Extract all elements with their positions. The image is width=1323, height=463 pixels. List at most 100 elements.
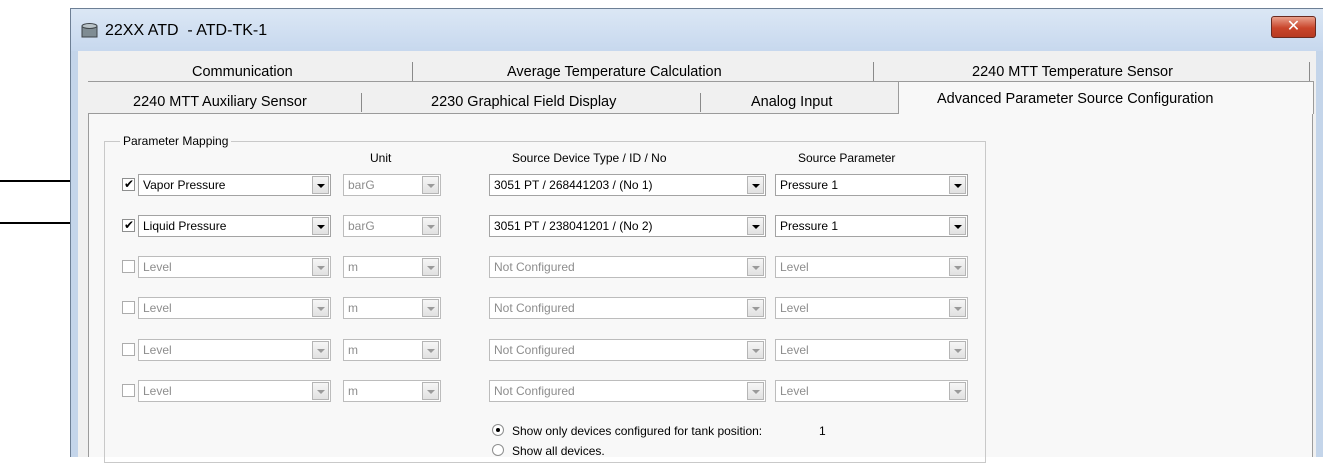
source-device-select-value: Not Configured	[494, 301, 575, 315]
radio-show-tank-devices[interactable]	[492, 424, 504, 436]
row-enable-checkbox[interactable]: ✔	[122, 177, 135, 191]
chevron-down-icon	[427, 390, 435, 394]
dropdown-button[interactable]	[949, 217, 966, 235]
chevron-down-icon	[954, 349, 962, 353]
source-parameter-select-value: Level	[780, 384, 809, 398]
source-device-select[interactable]: Not Configured	[489, 339, 766, 361]
dropdown-button[interactable]	[422, 217, 439, 235]
dropdown-button[interactable]	[949, 258, 966, 276]
annotation-arrow-1	[0, 180, 76, 182]
dropdown-button[interactable]	[312, 258, 329, 276]
unit-select[interactable]: barG	[343, 215, 441, 237]
row-enable-checkbox[interactable]	[122, 384, 135, 397]
dropdown-button[interactable]	[312, 299, 329, 317]
dropdown-button[interactable]	[422, 176, 439, 194]
tab-average-temperature-calculation[interactable]: Average Temperature Calculation	[507, 64, 722, 80]
chevron-down-icon	[427, 307, 435, 311]
dropdown-button[interactable]	[949, 341, 966, 359]
source-device-select-value: Not Configured	[494, 260, 575, 274]
dropdown-button[interactable]	[422, 382, 439, 400]
chevron-down-icon	[317, 307, 325, 311]
unit-select[interactable]: m	[343, 380, 441, 402]
dropdown-button[interactable]	[422, 341, 439, 359]
row-enable-checkbox[interactable]	[122, 260, 135, 273]
unit-select-value: m	[348, 260, 358, 274]
source-parameter-select[interactable]: Level	[775, 256, 968, 278]
dropdown-button[interactable]	[747, 382, 764, 400]
dropdown-button[interactable]	[422, 299, 439, 317]
source-device-select-value: 3051 PT / 238041201 / (No 2)	[494, 219, 653, 233]
unit-select[interactable]: m	[343, 297, 441, 319]
checkmark-icon: ✔	[123, 218, 135, 232]
dropdown-button[interactable]	[747, 258, 764, 276]
source-device-select[interactable]: Not Configured	[489, 256, 766, 278]
dropdown-button[interactable]	[747, 341, 764, 359]
chevron-down-icon	[427, 225, 435, 229]
dialog-client: Communication Average Temperature Calcul…	[78, 51, 1316, 463]
unit-select-value: barG	[348, 178, 375, 192]
title-bar[interactable]: 22XX ATD - ATD-TK-1 ✕	[71, 9, 1323, 51]
dropdown-button[interactable]	[312, 217, 329, 235]
row-enable-checkbox[interactable]	[122, 343, 135, 356]
chevron-down-icon	[954, 266, 962, 270]
unit-select[interactable]: barG	[343, 174, 441, 196]
parameter-select[interactable]: Level	[138, 256, 331, 278]
window-title: 22XX ATD - ATD-TK-1	[105, 22, 268, 39]
chevron-down-icon	[954, 307, 962, 311]
dropdown-button[interactable]	[949, 299, 966, 317]
dropdown-button[interactable]	[949, 382, 966, 400]
row-enable-checkbox[interactable]	[122, 301, 135, 314]
tab-2240-mtt-temperature-sensor[interactable]: 2240 MTT Temperature Sensor	[972, 64, 1173, 80]
unit-header: Unit	[370, 151, 392, 165]
row-enable-checkbox[interactable]: ✔	[122, 218, 135, 232]
tab-communication[interactable]: Communication	[192, 64, 293, 80]
dropdown-button[interactable]	[422, 258, 439, 276]
chevron-down-icon	[752, 390, 760, 394]
source-parameter-select[interactable]: Level	[775, 380, 968, 402]
source-parameter-select[interactable]: Pressure 1	[775, 174, 968, 196]
source-parameter-select[interactable]: Level	[775, 297, 968, 319]
close-button[interactable]: ✕	[1271, 16, 1316, 38]
source-parameter-select[interactable]: Level	[775, 339, 968, 361]
tab-2240-mtt-auxiliary-sensor[interactable]: 2240 MTT Auxiliary Sensor	[133, 94, 307, 110]
parameter-mapping-label: Parameter Mapping	[120, 134, 232, 148]
source-device-select[interactable]: 3051 PT / 238041201 / (No 2)	[489, 215, 766, 237]
unit-select[interactable]: m	[343, 256, 441, 278]
chevron-down-icon	[752, 266, 760, 270]
parameter-select[interactable]: Level	[138, 380, 331, 402]
radio-show-all-devices[interactable]	[492, 444, 504, 456]
tab-analog-input[interactable]: Analog Input	[751, 94, 832, 110]
dropdown-button[interactable]	[312, 382, 329, 400]
dropdown-button[interactable]	[747, 176, 764, 194]
tab-advanced-parameter-source-configuration[interactable]: Advanced Parameter Source Configuration	[898, 81, 1314, 114]
source-device-select-value: Not Configured	[494, 343, 575, 357]
radio-selected-dot	[496, 428, 500, 432]
dropdown-button[interactable]	[312, 176, 329, 194]
parameter-select-value: Vapor Pressure	[143, 178, 226, 192]
source-parameter-select-value: Level	[780, 343, 809, 357]
unit-select[interactable]: m	[343, 339, 441, 361]
source-parameter-select[interactable]: Pressure 1	[775, 215, 968, 237]
chevron-down-icon	[427, 349, 435, 353]
source-device-select[interactable]: Not Configured	[489, 380, 766, 402]
chevron-down-icon	[752, 184, 760, 188]
dropdown-button[interactable]	[949, 176, 966, 194]
source-parameter-select-value: Pressure 1	[780, 219, 839, 233]
chevron-down-icon	[752, 349, 760, 353]
source-device-select[interactable]: 3051 PT / 268441203 / (No 1)	[489, 174, 766, 196]
chevron-down-icon	[954, 225, 962, 229]
chevron-down-icon	[954, 390, 962, 394]
dropdown-button[interactable]	[312, 341, 329, 359]
parameter-select[interactable]: Vapor Pressure	[138, 174, 331, 196]
parameter-select[interactable]: Level	[138, 339, 331, 361]
dropdown-button[interactable]	[747, 217, 764, 235]
source-parameter-header: Source Parameter	[798, 151, 896, 165]
parameter-select-value: Level	[143, 301, 172, 315]
parameter-select[interactable]: Liquid Pressure	[138, 215, 331, 237]
tab-2230-graphical-field-display[interactable]: 2230 Graphical Field Display	[431, 94, 616, 110]
source-device-select[interactable]: Not Configured	[489, 297, 766, 319]
dropdown-button[interactable]	[747, 299, 764, 317]
tab-separator	[873, 62, 874, 81]
checkmark-icon: ✔	[123, 177, 135, 191]
parameter-select[interactable]: Level	[138, 297, 331, 319]
